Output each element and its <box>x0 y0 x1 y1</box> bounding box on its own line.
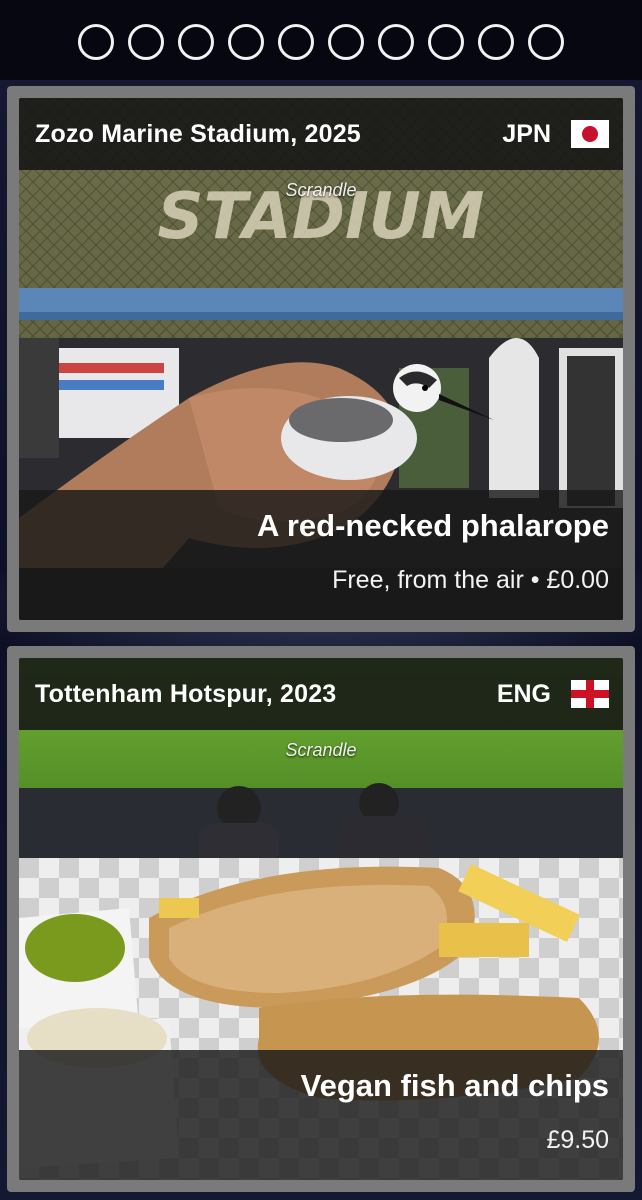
country-block: JPN <box>502 120 609 149</box>
dish-price: Free, from the air • £0.00 <box>332 566 609 594</box>
location-year: Tottenham Hotspur, 2023 <box>35 679 337 708</box>
pagination-dot-10[interactable] <box>528 24 564 60</box>
card-header: Zozo Marine Stadium, 2025 JPN <box>19 98 623 170</box>
scrandle-watermark: Scrandle <box>285 180 357 200</box>
pagination-dot-2[interactable] <box>128 24 164 60</box>
pagination-dot-8[interactable] <box>428 24 464 60</box>
location-year: Zozo Marine Stadium, 2025 <box>35 119 361 148</box>
england-flag-icon <box>571 680 609 708</box>
pagination-bar <box>0 0 642 80</box>
food-card-1[interactable]: STADIUM Zozo Marine Stadium, 2025 JPN Sc… <box>7 86 635 632</box>
card-footer: A red-necked phalarope Free, from the ai… <box>19 490 623 620</box>
pagination-dot-4[interactable] <box>228 24 264 60</box>
pagination-dot-6[interactable] <box>328 24 364 60</box>
japan-flag-icon <box>571 120 609 148</box>
country-code: ENG <box>496 679 551 708</box>
dish-name: Vegan fish and chips <box>300 1068 609 1103</box>
scrandle-watermark: Scrandle <box>285 740 357 760</box>
pagination-dot-5[interactable] <box>278 24 314 60</box>
card-header: Tottenham Hotspur, 2023 ENG <box>19 658 623 730</box>
pagination-dot-1[interactable] <box>78 24 114 60</box>
dish-price: £9.50 <box>546 1126 609 1154</box>
dish-name: A red-necked phalarope <box>256 508 609 543</box>
pagination-dot-9[interactable] <box>478 24 514 60</box>
country-block: ENG <box>497 680 609 709</box>
food-photo-fish-and-chips: Tottenham Hotspur, 2023 ENG Scrandle Veg… <box>19 658 623 1180</box>
pagination-dot-3[interactable] <box>178 24 214 60</box>
pagination-dot-7[interactable] <box>378 24 414 60</box>
country-code: JPN <box>502 119 551 148</box>
card-footer: Vegan fish and chips £9.50 <box>19 1050 623 1180</box>
food-card-2[interactable]: Tottenham Hotspur, 2023 ENG Scrandle Veg… <box>7 646 635 1192</box>
food-photo-phalarope: STADIUM Zozo Marine Stadium, 2025 JPN Sc… <box>19 98 623 620</box>
